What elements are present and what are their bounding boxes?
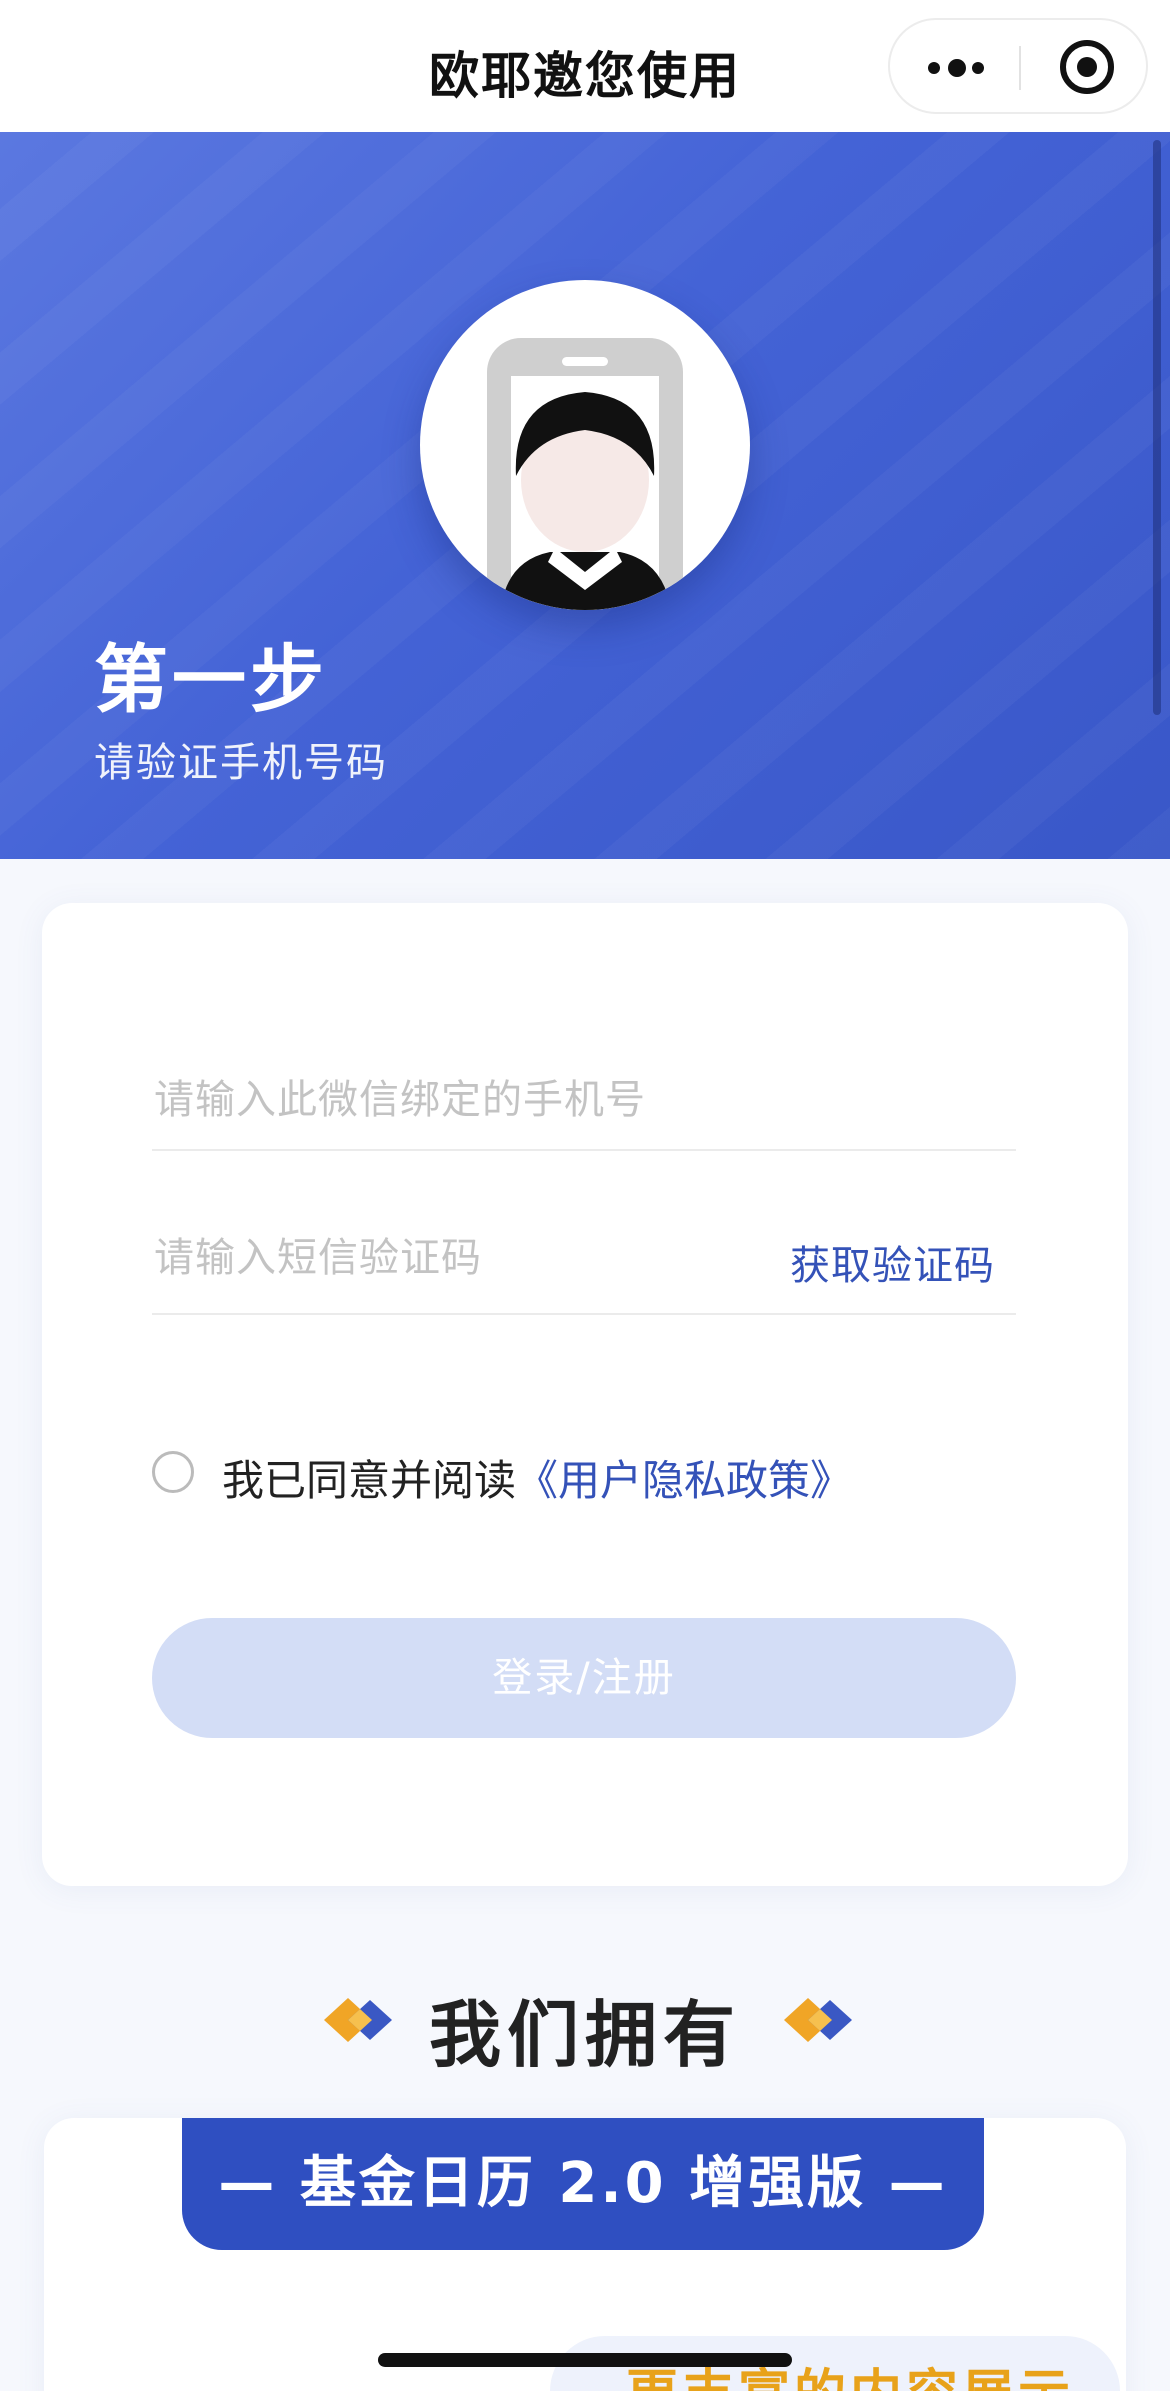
get-code-button[interactable]: 获取验证码 (790, 1233, 995, 1291)
login-form-card: 请输入此微信绑定的手机号 请输入短信验证码 获取验证码 我已同意并阅读《用户隐私… (42, 903, 1128, 1886)
section-heading: 我们拥有 (0, 1970, 1170, 2077)
feature-ribbon: — 基金日历 2.0 增强版 — (182, 2118, 984, 2250)
sms-code-input[interactable]: 请输入短信验证码 (154, 1225, 482, 1283)
step-title: 第一步 (94, 637, 328, 723)
code-input-underline (152, 1313, 1016, 1315)
scrollbar[interactable] (1153, 140, 1161, 715)
agree-label: 我已同意并阅读 (222, 1456, 517, 1505)
step-subtitle: 请验证手机号码 (94, 740, 388, 786)
mini-program-capsule (888, 18, 1148, 114)
home-indicator (378, 2353, 792, 2367)
navigation-bar: 欧耶邀您使用 (0, 0, 1170, 132)
hero-banner: 第一步 请验证手机号码 (0, 132, 1170, 859)
more-dots-icon[interactable] (928, 56, 988, 80)
diamond-icon (784, 1998, 852, 2042)
phone-user-avatar-icon (420, 280, 750, 610)
capsule-divider (1019, 46, 1021, 90)
phone-input-underline (152, 1149, 1016, 1151)
section-title: 我们拥有 (428, 1993, 741, 2077)
privacy-policy-link[interactable]: 《用户隐私政策》 (516, 1456, 852, 1505)
agree-checkbox[interactable] (152, 1451, 194, 1493)
close-target-icon[interactable] (1060, 40, 1114, 94)
login-register-button[interactable]: 登录/注册 (152, 1618, 1016, 1738)
phone-input[interactable]: 请输入此微信绑定的手机号 (154, 1067, 646, 1125)
